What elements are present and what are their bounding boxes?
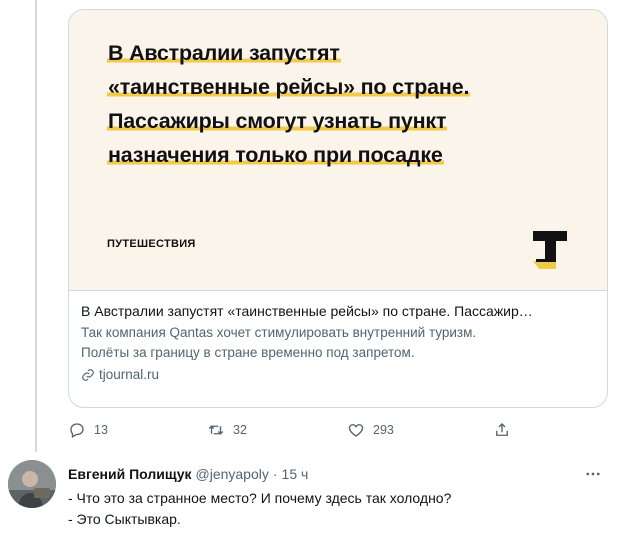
link-preview-card[interactable]: В Австралии запустят «таинственные рейсы… [68,9,608,408]
reply-button[interactable]: 13 [68,421,108,439]
like-count: 293 [373,423,394,437]
headline-line: «таинственные рейсы» по стране. [107,75,471,99]
retweet-icon [208,425,224,435]
card-category: ПУТЕШЕСТВИЯ [107,238,196,250]
card-description-line: Так компания Qantas хочет стимулировать … [81,325,477,340]
thread-line [35,0,37,452]
reply-count: 13 [94,423,108,437]
card-title: В Австралии запустят «таинственные рейсы… [81,303,533,319]
more-options-button[interactable] [584,465,602,488]
share-button[interactable] [493,421,511,439]
reply-header: Евгений Полищук @jenyapoly · 15 ч [68,465,308,483]
card-link-text[interactable]: tjournal.ru [99,365,159,385]
retweet-button[interactable]: 32 [207,421,247,439]
tweet-actions: 13 32 293 [68,418,528,442]
avatar[interactable] [8,460,56,508]
link-icon [82,369,94,381]
card-headline: В Австралии запустят «таинственные рейсы… [107,36,577,172]
card-meta: В Австралии запустят «таинственные рейсы… [69,291,607,395]
more-icon [586,472,600,476]
reply-line: - Что это за странное место? И почему зд… [68,490,452,506]
separator-dot: · [272,466,278,482]
heart-icon [348,424,364,437]
retweet-count: 32 [233,423,247,437]
reply-timestamp[interactable]: 15 ч [282,465,309,483]
card-description-line: Полёты за границу в стране временно под … [81,345,415,360]
card-image[interactable]: В Австралии запустят «таинственные рейсы… [69,10,607,291]
reply-icon [70,423,84,438]
reply-text: - Что это за странное место? И почему зд… [68,488,451,530]
reply-author-handle[interactable]: @jenyapoly [196,465,269,483]
reply-line: - Это Сыктывкар. [68,511,181,527]
avatar-photo [8,460,56,508]
headline-line: В Австралии запустят [107,41,341,65]
card-description: Так компания Qantas хочет стимулировать … [81,323,595,363]
reply-author-name[interactable]: Евгений Полищук [68,465,192,483]
share-icon [496,423,508,436]
headline-line: назначения только при посадке [107,143,444,167]
headline-line: Пассажиры смогут узнать пункт [107,109,448,133]
like-button[interactable]: 293 [347,421,394,439]
tjournal-logo-icon [533,231,567,269]
card-link[interactable]: tjournal.ru [81,365,595,385]
